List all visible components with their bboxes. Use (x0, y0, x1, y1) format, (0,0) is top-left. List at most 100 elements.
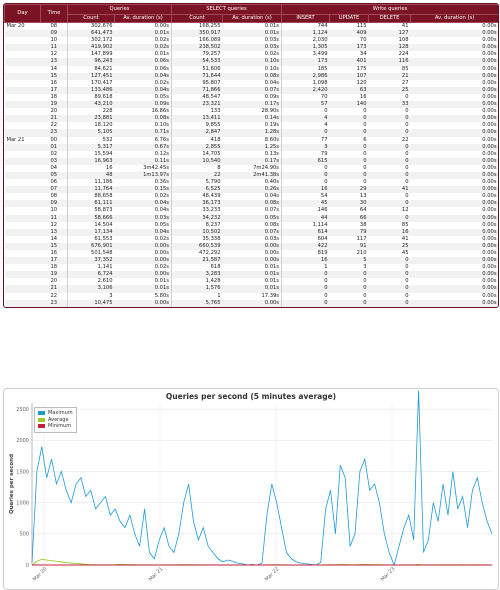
cell-count: 16,963 (67, 157, 115, 165)
cell-write-av-duration: 0.00s (410, 72, 498, 80)
cell-count: 88,658 (67, 193, 115, 201)
cell-time: 10 (40, 37, 68, 45)
cell-time: 21 (40, 285, 68, 293)
cell-av-duration: 0.02s (114, 193, 172, 201)
cell-count: 419,902 (67, 44, 115, 52)
header-insert: INSERT (281, 13, 331, 23)
cell-delete: 0 (368, 193, 411, 201)
table-row: 17 133,486 0.04s 71,866 0.07s 2,420 63 25 0.00s (4, 86, 498, 94)
cell-update: 117 (329, 235, 369, 243)
cell-delete: 0 (368, 115, 411, 123)
chart-legend: Maximum Average Minimum (34, 407, 77, 433)
cell-write-av-duration: 0.00s (410, 179, 498, 187)
table-row: 14 61,553 0.02s 35,338 0.03s 604 117 41 0.00s (4, 235, 498, 243)
cell-av-duration: 0.01s (114, 285, 172, 293)
cell-delete: 41 (368, 22, 411, 31)
cell-delete: 0 (368, 122, 411, 130)
cell-av-duration: 0.00s (114, 299, 172, 307)
cell-write-av-duration: 0.00s (410, 93, 498, 102)
cell-select-count: 71,866 (171, 86, 223, 94)
legend-swatch (38, 417, 45, 422)
cell-delete: 22 (368, 136, 411, 144)
cell-select-count: 660,539 (171, 242, 223, 250)
cell-update: 91 (329, 242, 369, 250)
cell-av-duration: 0.00s (114, 257, 172, 265)
cell-write-av-duration: 0.00s (410, 44, 498, 52)
cell-time: 20 (40, 278, 68, 286)
cell-av-duration: 0.02s (114, 37, 172, 45)
cell-insert: 2,986 (281, 72, 330, 80)
cell-delete: 0 (368, 150, 411, 158)
cell-insert: 422 (281, 242, 330, 250)
cell-delete: 27 (368, 79, 411, 87)
cell-write-av-duration: 0.00s (410, 292, 498, 300)
cell-av-duration: 0.10s (114, 122, 172, 130)
cell-time: 04 (40, 164, 68, 172)
cell-update: 29 (329, 186, 369, 194)
series-line-maximum (31, 390, 493, 567)
cell-day (4, 228, 41, 236)
cell-av-duration: 0.01s (114, 278, 172, 286)
cell-count: 18,120 (67, 122, 115, 130)
table-row: 13 17,134 0.04s 10,502 0.07s 614 79 16 0.00s (4, 228, 498, 236)
cell-delete: 0 (368, 171, 411, 180)
cell-time: 01 (40, 143, 68, 151)
cell-time: 23 (40, 299, 68, 307)
cell-day (4, 115, 41, 123)
table-row: 10 58,873 0.04s 33,233 0.07s 146 64 12 0.00s (4, 207, 498, 215)
cell-select-count: 51,606 (171, 65, 223, 73)
cell-update: 115 (329, 22, 369, 31)
table-row: 04 16 3m42.45s 8 7m24.90s 0 0 0 0.00s (4, 164, 498, 172)
cell-select-count: 13,411 (171, 115, 223, 123)
cell-write-av-duration: 0.00s (410, 250, 498, 258)
cell-time: 17 (40, 257, 68, 265)
cell-count: 1,141 (67, 264, 115, 272)
table-row: 20 2,610 0.01s 1,428 0.01s 0 0 0 0.00s (4, 278, 498, 286)
cell-count: 6,724 (67, 271, 115, 279)
cell-update: 0 (329, 164, 369, 172)
cell-insert: 615 (281, 157, 330, 165)
cell-count: 532 (67, 136, 115, 144)
table-row: 05 48 1m13.97s 22 2m41.38s 0 0 0 0.00s (4, 171, 498, 180)
cell-select-count: 34,232 (171, 214, 223, 222)
cell-day (4, 271, 41, 279)
cell-av-duration: 0.00s (114, 22, 172, 31)
cell-av-duration: 0.12s (114, 150, 172, 158)
cell-write-av-duration: 0.00s (410, 164, 498, 172)
table-row: 03 16,963 0.11s 10,540 0.17s 615 0 0 0.00s (4, 157, 498, 165)
cell-write-av-duration: 0.00s (410, 58, 498, 66)
y-axis-label: Queries per second (9, 454, 15, 514)
table-row: 02 15,594 0.12s 14,705 0.13s 79 0 0 0.00s (4, 150, 498, 158)
header-day: Day (4, 4, 41, 23)
cell-av-duration: 0.71s (114, 129, 172, 137)
cell-time: 16 (40, 79, 68, 87)
cell-update: 210 (329, 250, 369, 258)
cell-delete: 45 (368, 250, 411, 258)
cell-time: 11 (40, 44, 68, 52)
cell-select-av-duration: 0.02s (222, 51, 282, 59)
cell-select-av-duration: 0.10s (222, 58, 282, 66)
table-row: 23 5,105 0.71s 2,847 1.28s 0 0 0 0.00s (4, 129, 498, 137)
cell-insert: 2,420 (281, 86, 330, 94)
cell-delete: 224 (368, 51, 411, 59)
cell-day (4, 157, 41, 165)
header-update: UPDATE (329, 13, 370, 23)
cell-update: 16 (329, 93, 369, 102)
cell-count: 127,451 (67, 72, 115, 80)
cell-day (4, 72, 41, 80)
header-write-queries: Write queries (281, 4, 498, 15)
cell-day (4, 150, 41, 158)
cell-select-av-duration: 0.04s (222, 79, 282, 87)
cell-write-av-duration: 0.00s (410, 30, 498, 38)
cell-day (4, 242, 41, 250)
x-tick-label: Mar 21 (148, 566, 165, 583)
cell-day (4, 51, 41, 59)
cell-write-av-duration: 0.00s (410, 101, 498, 109)
cell-update: 38 (329, 221, 369, 229)
cell-select-av-duration: 28.90s (222, 108, 282, 116)
cell-select-count: 23,321 (171, 101, 223, 109)
cell-av-duration: 0.04s (114, 207, 172, 215)
cell-time: 17 (40, 86, 68, 94)
cell-update: 66 (329, 214, 369, 222)
y-tick-label: 500 (19, 532, 29, 538)
